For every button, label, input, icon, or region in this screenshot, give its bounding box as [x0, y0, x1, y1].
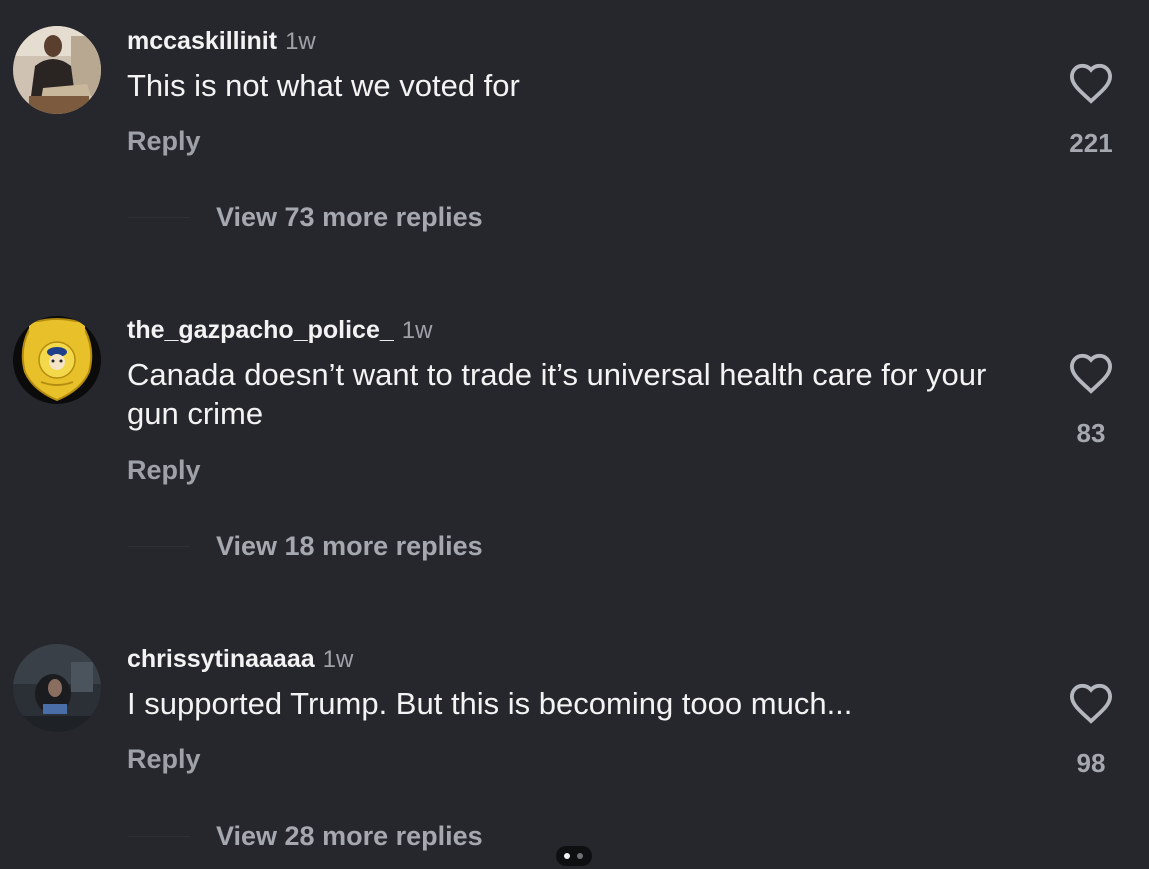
heart-outline-icon — [1069, 683, 1113, 724]
like-button[interactable] — [1060, 682, 1122, 724]
like-button[interactable] — [1060, 62, 1122, 104]
comment-text: This is not what we voted for — [127, 68, 520, 103]
view-more-replies-button[interactable]: View 73 more replies — [128, 202, 483, 233]
page-indicator[interactable] — [556, 846, 592, 866]
divider-line — [128, 836, 190, 837]
like-count: 83 — [1076, 418, 1106, 448]
avatar-image — [13, 26, 101, 114]
heart-outline-icon — [1069, 63, 1113, 104]
username[interactable]: the_gazpacho_police_ — [127, 316, 394, 344]
username[interactable]: mccaskillinit — [127, 27, 277, 55]
page-dot — [577, 853, 583, 859]
page-dot-active — [564, 853, 570, 859]
comment-header: chrissytinaaaaa 1w — [127, 644, 353, 678]
avatar-image — [13, 644, 101, 732]
avatar-image — [13, 316, 101, 404]
username[interactable]: chrissytinaaaaa — [127, 645, 315, 673]
reply-button[interactable]: Reply — [127, 126, 201, 157]
view-more-replies-label: View 18 more replies — [216, 531, 483, 561]
comment-header: the_gazpacho_police_ 1w — [127, 315, 432, 349]
like-button[interactable] — [1060, 352, 1122, 394]
timestamp: 1w — [322, 646, 354, 673]
divider-line — [128, 217, 190, 218]
timestamp: 1w — [285, 28, 316, 55]
view-more-replies-button[interactable]: View 28 more replies — [128, 821, 483, 852]
comments-panel: mccaskillinit 1w This is not what we vote… — [0, 0, 1149, 869]
avatar[interactable] — [13, 644, 101, 732]
avatar[interactable] — [13, 316, 101, 404]
comment-text: Canada doesn’t want to trade it’s univer… — [127, 357, 987, 431]
reply-button[interactable]: Reply — [127, 455, 201, 486]
view-more-replies-label: View 73 more replies — [216, 202, 483, 232]
reply-button[interactable]: Reply — [127, 744, 201, 775]
view-more-replies-button[interactable]: View 18 more replies — [128, 531, 483, 562]
divider-line — [128, 546, 190, 547]
comment-header: mccaskillinit 1w — [127, 26, 316, 60]
view-more-replies-label: View 28 more replies — [216, 821, 483, 851]
comment-text: I supported Trump. But this is becoming … — [127, 686, 853, 721]
like-count: 221 — [1069, 128, 1113, 158]
like-count: 98 — [1076, 748, 1106, 778]
timestamp: 1w — [401, 317, 433, 344]
avatar[interactable] — [13, 26, 101, 114]
heart-outline-icon — [1069, 353, 1113, 394]
